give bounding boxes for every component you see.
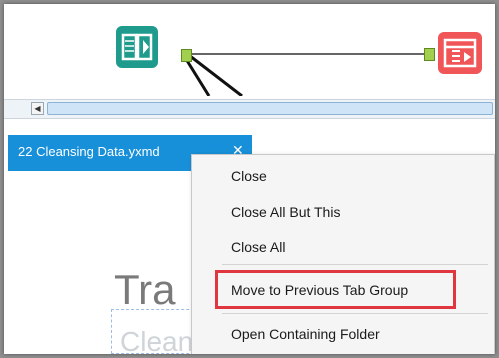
menu-separator: [222, 313, 488, 314]
subtitle-fragment: Clean: [120, 326, 194, 354]
workflow-canvas[interactable]: [4, 4, 495, 96]
title-fragment: Tra: [114, 266, 176, 313]
menu-item-close-all-but-this[interactable]: Close All But This: [231, 204, 340, 220]
connection-line-diagonal-2: [184, 58, 211, 96]
input-anchor[interactable]: [424, 48, 435, 61]
app-window: ◀ 22 Cleansing Data.yxmd ✕ Tra Clean Clo…: [4, 4, 495, 354]
table-output-icon: [443, 38, 477, 68]
menu-separator: [222, 264, 488, 265]
menu-item-move-to-previous-tab-group[interactable]: Move to Previous Tab Group: [231, 282, 408, 298]
subtitle-text: Clean: [120, 326, 193, 354]
scroll-left-icon[interactable]: ◀: [31, 102, 44, 115]
output-data-tool[interactable]: [438, 32, 482, 74]
book-input-icon: [121, 33, 153, 61]
horizontal-scrollbar[interactable]: ◀: [4, 99, 495, 119]
menu-item-open-containing-folder[interactable]: Open Containing Folder: [231, 326, 380, 342]
menu-item-close[interactable]: Close: [231, 168, 267, 184]
menu-item-close-all[interactable]: Close All: [231, 239, 285, 255]
output-anchor[interactable]: [181, 49, 192, 62]
scrollbar-thumb[interactable]: [47, 102, 493, 115]
input-data-tool[interactable]: [116, 26, 158, 68]
page-title: Tra: [114, 266, 175, 314]
connections-layer: [184, 53, 424, 96]
tab-context-menu: Close Close All But This Close All Move …: [191, 154, 495, 354]
tab-label: 22 Cleansing Data.yxmd: [18, 144, 160, 159]
